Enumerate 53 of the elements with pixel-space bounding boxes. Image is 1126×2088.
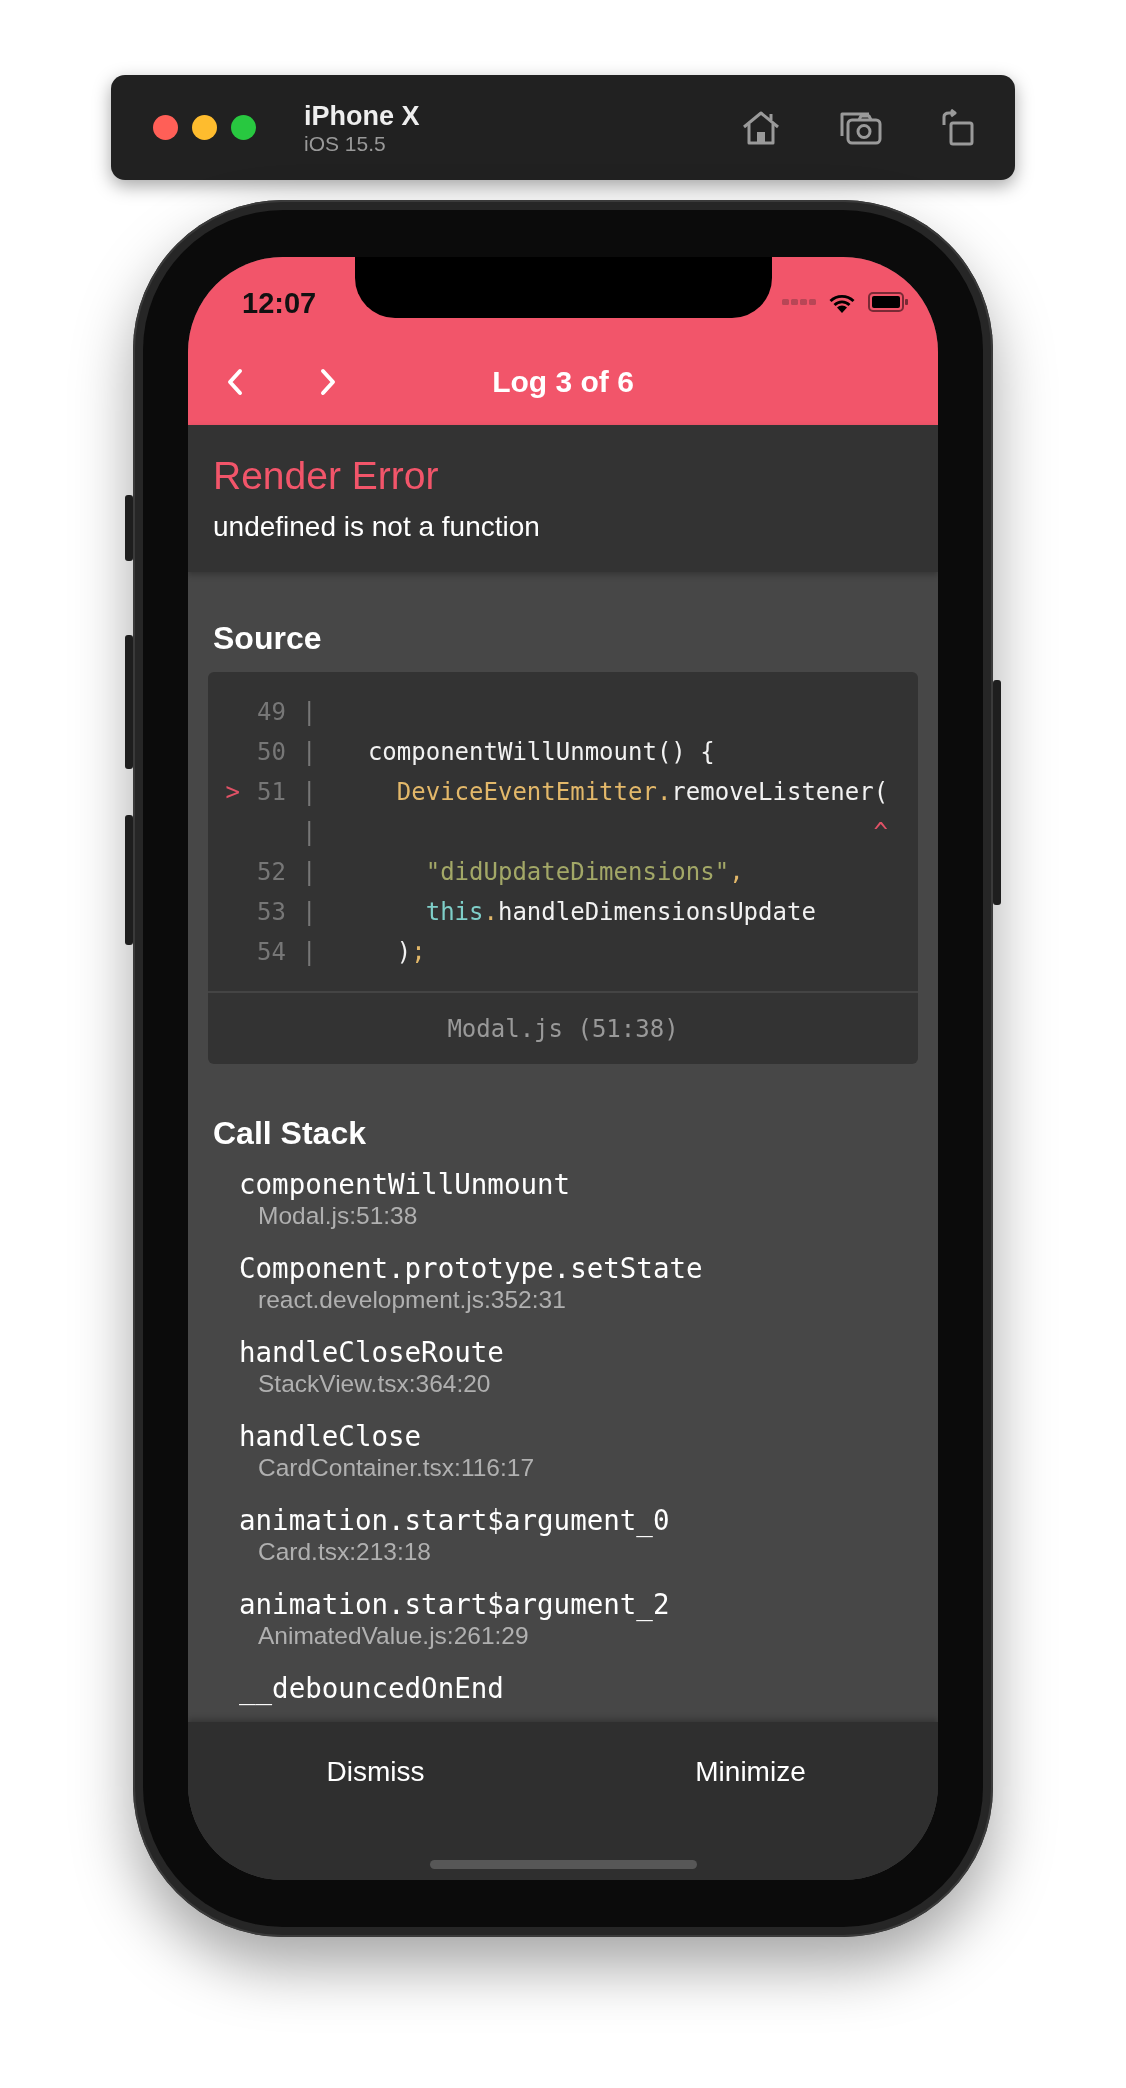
gutter-separator: | bbox=[302, 738, 316, 766]
line-number: 53 bbox=[256, 898, 286, 926]
chevron-left-icon bbox=[227, 368, 243, 396]
os-version: iOS 15.5 bbox=[304, 131, 387, 156]
gutter-separator: | bbox=[302, 818, 316, 846]
stack-frame-location: Card.tsx:213:18 bbox=[258, 1537, 431, 1567]
chevron-right-icon bbox=[320, 368, 336, 396]
error-message: undefined is not a function bbox=[213, 510, 541, 544]
rotate-icon[interactable] bbox=[941, 108, 975, 147]
stack-frame-location: AnimatedValue.js:261:29 bbox=[258, 1621, 529, 1651]
section-heading: Call Stack bbox=[213, 1115, 366, 1151]
code-line: ); bbox=[395, 938, 426, 966]
minimize-window-dot[interactable] bbox=[192, 115, 217, 140]
stack-frame-location: CardContainer.tsx:116:17 bbox=[258, 1453, 535, 1483]
line-number: 51 bbox=[256, 778, 286, 806]
stack-frame-location: Modal.js:51:38 bbox=[258, 1201, 418, 1231]
source-location: Modal.js (51:38) bbox=[447, 1014, 679, 1043]
line-number: 54 bbox=[256, 938, 286, 966]
stack-frame-method: handleCloseRoute bbox=[239, 1335, 504, 1369]
signal-icon bbox=[782, 298, 816, 306]
code-line: "didUpdateDimensions", bbox=[424, 858, 744, 886]
stack-frame-location: StackView.tsx:364:20 bbox=[258, 1369, 491, 1399]
battery-icon bbox=[868, 292, 908, 312]
stack-frame-method: Component.prototype.setState bbox=[239, 1251, 703, 1285]
home-icon[interactable] bbox=[741, 109, 781, 146]
stack-frame-location: react.development.js:352:31 bbox=[258, 1285, 566, 1315]
gutter-separator: | bbox=[302, 858, 316, 886]
status-time: 12:07 bbox=[242, 287, 317, 320]
stack-frame-method: animation.start$argument_0 bbox=[239, 1503, 670, 1537]
stack-frame-method: animation.start$argument_2 bbox=[239, 1587, 670, 1621]
error-marker: > bbox=[224, 778, 240, 806]
gutter-separator: | bbox=[302, 698, 316, 726]
code-line: componentWillUnmount() { bbox=[366, 738, 715, 766]
log-title: Log 3 of 6 bbox=[492, 365, 634, 399]
code-line: DeviceEventEmitter.removeListener( bbox=[395, 778, 889, 806]
close-window-dot[interactable] bbox=[153, 115, 178, 140]
code-line: this.handleDimensionsUpdate bbox=[424, 898, 816, 926]
stack-frame-method: componentWillUnmount bbox=[239, 1167, 571, 1201]
section-heading: Source bbox=[213, 620, 322, 656]
gutter-separator: | bbox=[302, 778, 316, 806]
stack-frame-method: handleClose bbox=[239, 1419, 422, 1453]
error-title: Render Error bbox=[213, 453, 440, 499]
line-number: 49 bbox=[256, 698, 286, 726]
line-number: 50 bbox=[256, 738, 286, 766]
code-line: ^ bbox=[872, 818, 889, 846]
gutter-separator: | bbox=[302, 938, 316, 966]
footer-button[interactable]: Dismiss bbox=[188, 1722, 563, 1822]
device-name: iPhone X bbox=[304, 99, 421, 132]
zoom-window-dot[interactable] bbox=[231, 115, 256, 140]
line-number: 52 bbox=[256, 858, 286, 886]
footer-button[interactable]: Minimize bbox=[563, 1722, 938, 1822]
stack-frame-method: __debouncedOnEnd bbox=[239, 1671, 504, 1705]
gutter-separator: | bbox=[302, 898, 316, 926]
